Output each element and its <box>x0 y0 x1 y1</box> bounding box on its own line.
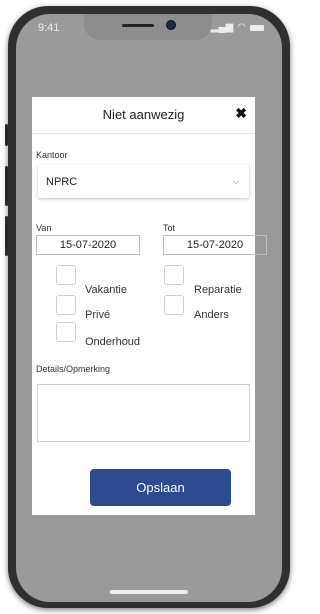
checkbox-prive[interactable] <box>56 295 76 315</box>
details-textarea[interactable] <box>37 384 250 442</box>
save-button[interactable]: Opslaan <box>90 469 231 506</box>
status-time: 9:41 <box>38 22 60 34</box>
checkbox-onderhoud[interactable] <box>56 322 76 342</box>
signal-icon: ▂▄▆ <box>210 22 234 33</box>
volume-down-button <box>5 216 8 256</box>
label-anders: Anders <box>194 309 229 321</box>
status-bar: 9:41 ▂▄▆ ◠ <box>16 14 282 44</box>
checkbox-anders[interactable] <box>164 295 184 315</box>
speaker-grille <box>122 24 154 27</box>
close-icon[interactable]: ✖ <box>235 105 247 122</box>
label-reparatie: Reparatie <box>194 284 242 296</box>
label-onderhoud: Onderhoud <box>85 336 141 348</box>
notch <box>84 14 212 40</box>
chevron-down-icon: ⌵ <box>232 177 239 186</box>
to-date-input[interactable]: 15-07-2020 <box>163 235 267 255</box>
absence-modal: Niet aanwezig ✖ Kantoor NPRC ⌵ Van 15-07… <box>32 97 267 515</box>
details-label: Details/Opmerking <box>36 364 111 374</box>
battery-icon <box>250 24 264 31</box>
to-label: Tot <box>163 223 176 233</box>
label-vakantie: Vakantie <box>85 284 127 296</box>
checkbox-vakantie[interactable] <box>56 265 76 285</box>
camera-icon <box>166 20 176 30</box>
mute-switch <box>5 124 8 146</box>
modal-header: Niet aanwezig ✖ <box>32 97 255 134</box>
from-label: Van <box>36 223 52 233</box>
from-date-input[interactable]: 15-07-2020 <box>36 235 140 255</box>
modal-title: Niet aanwezig <box>102 107 185 122</box>
office-value: NPRC <box>46 176 78 188</box>
office-label: Kantoor <box>36 150 68 160</box>
label-prive: Privé <box>85 309 111 321</box>
volume-up-button <box>5 166 8 206</box>
home-indicator[interactable] <box>110 590 188 594</box>
checkbox-reparatie[interactable] <box>164 265 184 285</box>
wifi-icon: ◠ <box>237 22 246 33</box>
system-icons: ▂▄▆ ◠ <box>211 22 264 33</box>
office-select[interactable]: NPRC ⌵ <box>38 165 249 198</box>
